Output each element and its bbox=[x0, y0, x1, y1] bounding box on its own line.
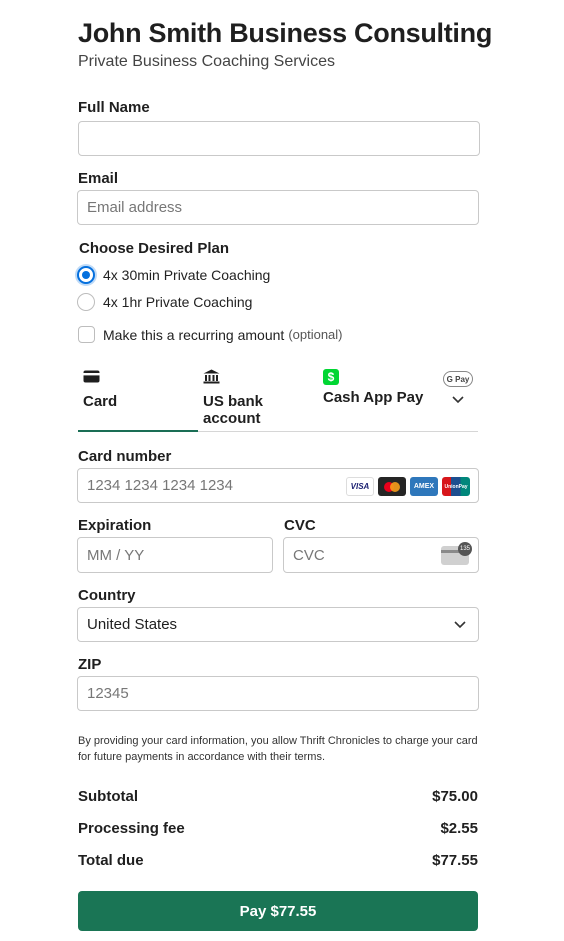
tab-cash-app[interactable]: $ Cash App Pay bbox=[323, 369, 423, 406]
optional-hint: (optional) bbox=[288, 327, 343, 342]
country-select[interactable]: United States bbox=[77, 607, 479, 642]
total-row: Total due $77.55 bbox=[78, 852, 478, 869]
plan-label: Choose Desired Plan bbox=[79, 240, 230, 257]
country-label: Country bbox=[78, 587, 136, 604]
zip-label: ZIP bbox=[78, 656, 102, 673]
zip-input[interactable]: 12345 bbox=[77, 676, 479, 711]
radio-unselected[interactable] bbox=[77, 293, 95, 311]
cash-app-icon: $ bbox=[323, 369, 339, 385]
unionpay-icon: UnionPay bbox=[442, 477, 470, 496]
expiration-input[interactable]: MM / YY bbox=[77, 537, 273, 573]
cvc-placeholder: CVC bbox=[293, 546, 325, 564]
card-number-label: Card number bbox=[78, 448, 172, 465]
total-value: $77.55 bbox=[432, 852, 478, 869]
tab-us-bank[interactable]: US bank account bbox=[203, 369, 303, 427]
card-number-placeholder: 1234 1234 1234 1234 bbox=[87, 477, 233, 494]
card-brands: VISA AMEX UnionPay bbox=[346, 477, 470, 496]
fee-label: Processing fee bbox=[78, 820, 185, 837]
mastercard-icon bbox=[378, 477, 406, 496]
expiration-placeholder: MM / YY bbox=[87, 546, 145, 564]
recurring-checkbox-row[interactable]: Make this a recurring amount (optional) bbox=[78, 326, 343, 343]
page-subtitle: Private Business Coaching Services bbox=[78, 53, 336, 70]
plan-option-1hr[interactable]: 4x 1hr Private Coaching bbox=[77, 293, 252, 311]
zip-placeholder: 12345 bbox=[87, 685, 129, 702]
total-label: Total due bbox=[78, 852, 144, 869]
tab-active-indicator bbox=[78, 430, 198, 432]
tab-more[interactable]: G Pay bbox=[443, 371, 473, 409]
tab-us-bank-label: US bank account bbox=[203, 393, 264, 427]
email-label: Email bbox=[78, 170, 119, 187]
subtotal-label: Subtotal bbox=[78, 788, 138, 805]
tab-cash-app-label: Cash App Pay bbox=[323, 389, 424, 406]
pay-button[interactable]: Pay $77.55 bbox=[78, 891, 478, 931]
chevron-down-icon[interactable] bbox=[452, 396, 464, 404]
radio-selected[interactable] bbox=[77, 266, 95, 284]
google-pay-icon: G Pay bbox=[443, 371, 473, 387]
recurring-label: Make this a recurring amount bbox=[103, 326, 285, 343]
fee-value: $2.55 bbox=[440, 820, 478, 837]
bank-icon bbox=[203, 369, 220, 384]
card-icon bbox=[83, 370, 100, 383]
chevron-down-icon bbox=[454, 620, 466, 628]
email-placeholder: Email address bbox=[87, 199, 183, 216]
tab-card-label: Card bbox=[83, 393, 118, 410]
cvc-card-icon: 135 bbox=[441, 542, 472, 565]
recurring-checkbox[interactable] bbox=[78, 326, 95, 343]
cvc-label: CVC bbox=[284, 517, 316, 534]
plan-option-label: 4x 1hr Private Coaching bbox=[103, 294, 253, 310]
subtotal-row: Subtotal $75.00 bbox=[78, 788, 478, 805]
full-name-label: Full Name bbox=[78, 99, 150, 116]
page-title: John Smith Business Consulting bbox=[78, 18, 493, 48]
plan-option-label: 4x 30min Private Coaching bbox=[103, 267, 271, 283]
card-authorization-notice: By providing your card information, you … bbox=[78, 735, 478, 763]
visa-icon: VISA bbox=[346, 477, 374, 496]
fee-row: Processing fee $2.55 bbox=[78, 820, 478, 837]
cvc-input[interactable]: CVC 135 bbox=[283, 537, 479, 573]
country-value: United States bbox=[87, 616, 178, 633]
full-name-input[interactable] bbox=[78, 121, 480, 156]
card-number-input[interactable]: 1234 1234 1234 1234 VISA AMEX UnionPay bbox=[77, 468, 479, 503]
email-input[interactable]: Email address bbox=[77, 190, 479, 225]
subtotal-value: $75.00 bbox=[432, 788, 478, 805]
tab-card[interactable]: Card bbox=[83, 370, 117, 410]
amex-icon: AMEX bbox=[410, 477, 438, 496]
expiration-label: Expiration bbox=[78, 517, 152, 534]
plan-option-30min[interactable]: 4x 30min Private Coaching bbox=[77, 266, 270, 284]
